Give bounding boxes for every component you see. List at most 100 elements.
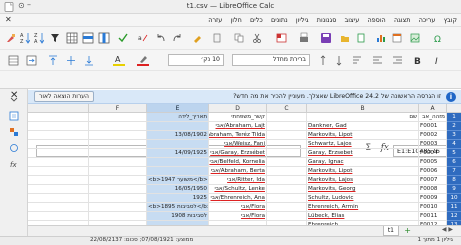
row-header[interactable]: 9 <box>447 185 461 194</box>
row-header[interactable]: 8 <box>447 176 461 185</box>
close-document-icon[interactable]: ✕ <box>5 15 12 24</box>
table-cell[interactable] <box>89 131 147 140</box>
undo-icon[interactable] <box>156 33 166 43</box>
check-icon[interactable] <box>118 33 128 43</box>
table-cell[interactable] <box>147 140 209 149</box>
table-cell[interactable]: Ehrenreich, Ana/אבי <box>209 194 267 203</box>
align-right-icon[interactable] <box>392 55 403 66</box>
align-top-icon[interactable] <box>48 55 58 66</box>
table-cell[interactable]: F0001 <box>419 122 447 131</box>
table-cell[interactable] <box>89 176 147 185</box>
row-header[interactable]: 2 <box>447 122 461 131</box>
new-icon[interactable] <box>356 33 366 43</box>
row-header[interactable]: 6 <box>447 158 461 167</box>
table-cell[interactable] <box>28 194 89 203</box>
table-cell[interactable] <box>28 122 89 131</box>
paste-icon[interactable] <box>212 33 222 43</box>
table-cell[interactable]: F0007 <box>419 176 447 185</box>
table-cell[interactable] <box>267 122 307 131</box>
table-cell[interactable]: Ehrenreich, Armin <box>307 203 419 212</box>
table-cell[interactable] <box>267 131 307 140</box>
table-cell[interactable] <box>89 158 147 167</box>
table-cell[interactable] <box>28 140 89 149</box>
table-cell[interactable]: Dankner, Gad <box>307 122 419 131</box>
chart-icon[interactable] <box>376 33 386 43</box>
table-cell[interactable] <box>267 185 307 194</box>
menu-edit[interactable]: עריכה <box>419 16 436 24</box>
column-header-c[interactable]: C <box>267 104 307 113</box>
clone-formatting-icon[interactable] <box>192 33 202 43</box>
table-cell[interactable] <box>28 167 89 176</box>
print-icon[interactable] <box>298 32 310 44</box>
header-cell[interactable]: תאריך_לידה <box>147 113 209 122</box>
cell-styles-icon[interactable] <box>8 55 19 66</box>
column-header-f[interactable]: F <box>89 104 147 113</box>
sheet-nav-arrows[interactable]: ◀ ▶ <box>442 226 453 233</box>
menu-view[interactable]: תצוגה <box>394 16 411 24</box>
column-header-b[interactable]: B <box>307 104 419 113</box>
align-bottom-icon[interactable] <box>84 55 94 66</box>
table-cell[interactable] <box>89 194 147 203</box>
properties-icon[interactable] <box>9 111 19 121</box>
styles-icon[interactable] <box>9 127 19 137</box>
table-cell[interactable]: 16/05/1950 <box>147 185 209 194</box>
paintbrush-icon[interactable] <box>6 33 16 43</box>
header-cell[interactable]: מזהה_אב <box>419 113 447 122</box>
table-cell[interactable] <box>267 158 307 167</box>
table-cell[interactable]: F0009 <box>419 194 447 203</box>
sort-ascending-icon[interactable]: AZ <box>20 32 30 44</box>
table-cell[interactable]: 1925 <box>147 194 209 203</box>
table-cell[interactable] <box>267 167 307 176</box>
table-cell[interactable] <box>267 176 307 185</box>
table-cell[interactable] <box>28 185 89 194</box>
menu-tools[interactable]: כלים <box>250 16 263 24</box>
spelling-icon[interactable]: a <box>138 33 148 43</box>
table-cell[interactable]: לסביבות 1908 <box>147 212 209 221</box>
column-header-a[interactable]: A <box>419 104 447 113</box>
sort-descending-icon[interactable]: ZA <box>34 32 44 44</box>
table-cell[interactable]: Markovits, Lipot <box>307 167 419 176</box>
highlight-color-icon[interactable] <box>136 54 154 67</box>
export-pdf-icon[interactable] <box>276 33 288 43</box>
row-header[interactable]: 7 <box>447 167 461 176</box>
row-header[interactable]: 10 <box>447 194 461 203</box>
header-cell[interactable] <box>267 113 307 122</box>
row-header[interactable]: 3 <box>447 131 461 140</box>
table-cell[interactable]: Abraham, Teréz Tilda/אבי <box>209 131 267 140</box>
table-cell[interactable]: F0006 <box>419 167 447 176</box>
menu-file[interactable]: קובץ <box>444 16 457 24</box>
table-cell[interactable]: 13/08/1902 <box>147 131 209 140</box>
table-cell[interactable] <box>267 203 307 212</box>
table-cell[interactable] <box>89 122 147 131</box>
table-cell[interactable] <box>89 203 147 212</box>
align-left-icon[interactable] <box>372 55 383 66</box>
increase-indent-icon[interactable] <box>318 55 328 66</box>
table-cell[interactable]: Markovits, Lipot <box>307 131 419 140</box>
table-cell[interactable] <box>89 212 147 221</box>
font-color-icon[interactable]: A <box>112 54 130 67</box>
style-name-box[interactable]: ברירת מחדל <box>232 54 310 66</box>
table-cell[interactable] <box>89 185 147 194</box>
table-cell[interactable]: <b>לסביבות 1895</b> <box>147 203 209 212</box>
table-cell[interactable] <box>89 149 147 158</box>
table-cell[interactable]: F0005 <box>419 158 447 167</box>
menu-data[interactable]: נתונים <box>271 16 288 24</box>
row-header[interactable]: 4 <box>447 140 461 149</box>
select-all-corner[interactable] <box>447 104 461 113</box>
column-header-d[interactable]: D <box>209 104 267 113</box>
table-cell[interactable]: F0004 <box>419 149 447 158</box>
table-cell[interactable]: Abraham, Lajt/אבי <box>209 122 267 131</box>
table-cell[interactable]: F0011 <box>419 212 447 221</box>
pivot-table-icon[interactable] <box>392 33 402 43</box>
row-header[interactable]: 5 <box>447 149 461 158</box>
table-cell[interactable] <box>267 149 307 158</box>
font-size-box[interactable]: 10 נק׳ <box>168 54 224 66</box>
table-cell[interactable] <box>28 203 89 212</box>
table-cell[interactable] <box>147 167 209 176</box>
copy-icon[interactable] <box>234 33 244 43</box>
open-icon[interactable] <box>340 33 350 43</box>
table-cell[interactable] <box>28 176 89 185</box>
menu-insert[interactable]: הוספה <box>368 16 386 24</box>
menu-sheet[interactable]: גיליון <box>296 16 309 24</box>
table-cell[interactable]: Markovits, Lajos <box>307 176 419 185</box>
